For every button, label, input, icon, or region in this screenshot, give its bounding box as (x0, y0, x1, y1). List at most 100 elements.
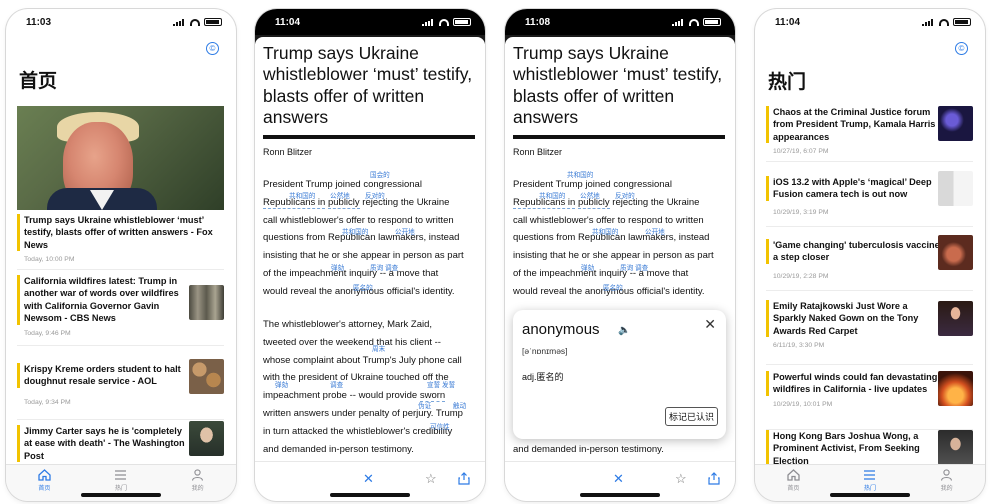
word-gloss: 质询 调查 (620, 265, 649, 272)
word-gloss: 共和国的 (592, 229, 619, 236)
article-paragraph: and demanded in-person testimony. (513, 444, 664, 455)
home-icon (38, 469, 51, 481)
clock: 11:04 (775, 16, 801, 28)
news-item[interactable]: Powerful winds could fan devastating wil… (766, 371, 973, 430)
signal-icon (672, 18, 685, 26)
home-indicator (330, 493, 410, 497)
share-icon[interactable] (708, 472, 720, 487)
list-icon (114, 469, 127, 481)
news-item[interactable]: Krispy Kreme orders student to halt doug… (17, 359, 224, 420)
battery-icon (953, 18, 971, 26)
wifi-icon (939, 18, 949, 26)
news-item[interactable]: California wildfires latest: Trump in an… (17, 275, 224, 346)
word-gloss: 共和国的 (342, 229, 369, 236)
news-thumbnail (938, 301, 973, 336)
mark-known-button[interactable]: 标记已认识 (664, 407, 718, 426)
news-item[interactable]: Trump says Ukraine whistleblower ‘must’ … (17, 214, 224, 270)
word-gloss: 公然地 (580, 193, 600, 200)
tab-mine[interactable]: 我的 (178, 469, 218, 501)
word-gloss: 反对的 (365, 193, 385, 200)
word-gloss: 周末 (372, 346, 386, 353)
news-thumbnail (938, 430, 973, 465)
news-item[interactable]: Emily Ratajkowski Just Wore a Sparkly Na… (766, 300, 973, 365)
news-item[interactable]: Chaos at the Criminal Justice forum from… (766, 106, 973, 162)
home-indicator (580, 493, 660, 497)
word-gloss: 伪证 (418, 403, 432, 410)
clock: 11:08 (525, 16, 551, 28)
word-gloss: 共和国的 (539, 193, 566, 200)
wifi-icon (190, 18, 200, 26)
page-title: 首页 (19, 71, 58, 92)
phone-hot-screen: 11:04 © 热门 Chaos at the Criminal Justice… (755, 9, 985, 501)
news-thumbnail (938, 371, 973, 406)
news-headline: California wildfires latest: Trump in an… (17, 275, 189, 325)
dictionary-popup: anonymous 🔈 ✕ [əˈnɒnɪməs] adj.匿名的 标记已认识 (513, 310, 726, 439)
close-icon[interactable]: ✕ (363, 472, 374, 485)
article-title: Trump says Ukraine whistleblower ‘must’ … (263, 43, 473, 128)
status-bar: 11:04 (255, 9, 485, 35)
signal-icon (173, 18, 186, 26)
news-item[interactable]: Hong Kong Bars Joshua Wong, a Prominent … (766, 430, 973, 466)
news-item[interactable]: Jimmy Carter says he is 'completely at e… (17, 421, 224, 463)
news-thumbnail (189, 285, 224, 320)
news-time: 10/29/19, 3:19 PM (773, 208, 829, 216)
news-headline: 'Game changing' tuberculosis vaccine a s… (766, 239, 941, 264)
star-icon[interactable]: ☆ (425, 472, 437, 485)
wifi-icon (689, 18, 699, 26)
news-item[interactable]: iOS 13.2 with Apple's ‘magical’ Deep Fus… (766, 171, 973, 227)
speaker-icon[interactable]: 🔈 (618, 325, 630, 336)
battery-icon (204, 18, 222, 26)
popup-definition: adj.匿名的 (522, 372, 564, 382)
battery-icon (703, 18, 721, 26)
word-gloss: 共和国的 (567, 172, 594, 179)
signal-icon (922, 18, 935, 26)
word-gloss: 可信性 (430, 424, 450, 431)
word-gloss: 触动 (453, 403, 467, 410)
title-divider (263, 135, 475, 139)
word-gloss: 国会的 (370, 172, 390, 179)
close-icon[interactable]: ✕ (613, 472, 624, 485)
tab-mine[interactable]: 我的 (927, 469, 967, 501)
news-thumbnail (938, 171, 973, 206)
news-time: Today, 9:46 PM (24, 329, 71, 337)
title-divider (513, 135, 725, 139)
news-time: Today, 9:34 PM (24, 398, 71, 406)
word-gloss: 匿名的 (603, 285, 623, 292)
hero-image[interactable] (17, 106, 224, 210)
person-icon (191, 469, 204, 481)
news-time: 6/11/19, 3:30 PM (773, 342, 825, 350)
word-gloss: 弹劾 (581, 265, 595, 272)
news-headline: Emily Ratajkowski Just Wore a Sparkly Na… (766, 300, 941, 338)
word-gloss: 公然地 (330, 193, 350, 200)
word-gloss: 公开地 (645, 229, 665, 236)
word-gloss: 匿名的 (353, 285, 373, 292)
word-gloss: 共和国的 (289, 193, 316, 200)
phone-dictionary-popup-screen: 11:08 Trump says Ukraine whistleblower ‘… (505, 9, 735, 501)
share-icon[interactable] (458, 472, 470, 487)
close-popup-icon[interactable]: ✕ (704, 316, 716, 333)
popup-pronunciation: [əˈnɒnɪməs] (522, 346, 568, 356)
news-item[interactable]: 'Game changing' tuberculosis vaccine a s… (766, 235, 973, 291)
settings-icon[interactable]: © (955, 42, 968, 55)
home-indicator (830, 493, 910, 497)
article-author: Ronn Blitzer (513, 147, 563, 157)
settings-icon[interactable]: © (206, 42, 219, 55)
signal-icon (422, 18, 435, 26)
home-icon (787, 469, 800, 481)
news-headline: Krispy Kreme orders student to halt doug… (17, 363, 189, 388)
word-gloss: 弹劾 (331, 265, 345, 272)
wifi-icon (439, 18, 449, 26)
tab-home[interactable]: 首页 (773, 469, 813, 501)
word-gloss: 公开地 (395, 229, 415, 236)
news-thumbnail (189, 421, 224, 456)
tab-home[interactable]: 首页 (24, 469, 64, 501)
news-headline: Trump says Ukraine whistleblower ‘must’ … (17, 214, 224, 252)
news-time: Today, 10:00 PM (24, 256, 75, 264)
article-title: Trump says Ukraine whistleblower ‘must’ … (513, 43, 723, 128)
news-headline: Powerful winds could fan devastating wil… (766, 371, 941, 396)
status-bar: 11:04 (755, 9, 985, 35)
list-icon (863, 469, 876, 481)
phone-article-screen: 11:04 Trump says Ukraine whistleblower ‘… (255, 9, 485, 501)
news-thumbnail (938, 235, 973, 270)
star-icon[interactable]: ☆ (675, 472, 687, 485)
